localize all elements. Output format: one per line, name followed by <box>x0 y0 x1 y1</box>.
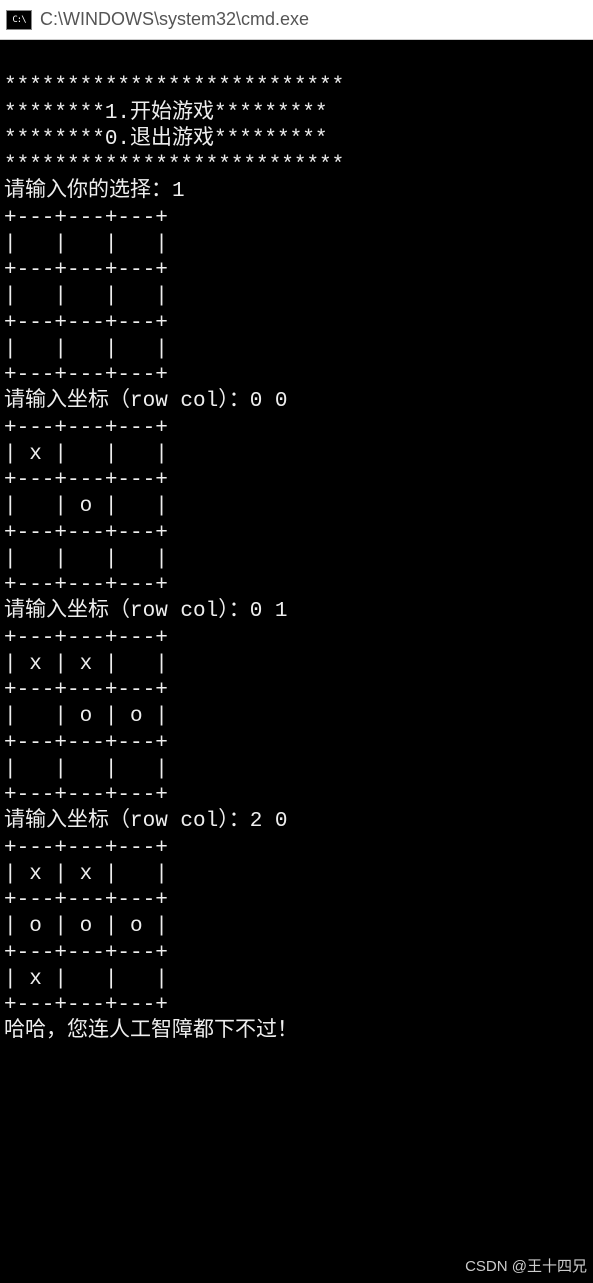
console-line: +---+---+---+ <box>4 364 168 387</box>
console-line: +---+---+---+ <box>4 417 168 440</box>
console-line: | o | o | o | <box>4 915 168 938</box>
console-line: | | | | <box>4 548 168 571</box>
console-line: +---+---+---+ <box>4 679 168 702</box>
console-line: +---+---+---+ <box>4 259 168 282</box>
console-line: +---+---+---+ <box>4 889 168 912</box>
console-line: ********0.退出游戏********* <box>4 128 327 151</box>
window-title: C:\WINDOWS\system32\cmd.exe <box>40 9 309 30</box>
console-line: +---+---+---+ <box>4 732 168 755</box>
console-line: 请输入坐标（row col）：0 1 <box>4 600 288 623</box>
console-line: | x | | | <box>4 443 168 466</box>
console-line: | | o | | <box>4 495 168 518</box>
console-line: +---+---+---+ <box>4 994 168 1017</box>
console-line: | x | x | | <box>4 863 168 886</box>
cmd-icon <box>6 10 32 30</box>
console-line: 请输入你的选择：1 <box>4 180 185 203</box>
console-line: *************************** <box>4 75 344 98</box>
window-title-bar: C:\WINDOWS\system32\cmd.exe <box>0 0 593 40</box>
console-line: | | o | o | <box>4 705 168 728</box>
console-line: | x | x | | <box>4 653 168 676</box>
console-line: 请输入坐标（row col）：0 0 <box>4 390 288 413</box>
console-line: +---+---+---+ <box>4 784 168 807</box>
console-line: 请输入坐标（row col）：2 0 <box>4 810 288 833</box>
console-line: +---+---+---+ <box>4 522 168 545</box>
console-line: +---+---+---+ <box>4 207 168 230</box>
console-line: +---+---+---+ <box>4 574 168 597</box>
console-line: | x | | | <box>4 968 168 991</box>
console-line: +---+---+---+ <box>4 837 168 860</box>
watermark: CSDN @王十四兄 <box>465 1258 587 1277</box>
console-line: +---+---+---+ <box>4 627 168 650</box>
console-line: | | | | <box>4 285 168 308</box>
console-line: 哈哈，您连人工智障都下不过！ <box>4 1020 298 1043</box>
console-line: ********1.开始游戏********* <box>4 102 327 125</box>
console-line: +---+---+---+ <box>4 942 168 965</box>
terminal-output[interactable]: *************************** ********1.开始… <box>0 40 593 1283</box>
console-line: | | | | <box>4 758 168 781</box>
console-line: | | | | <box>4 233 168 256</box>
console-line: *************************** <box>4 154 344 177</box>
console-line: +---+---+---+ <box>4 469 168 492</box>
console-line: | | | | <box>4 338 168 361</box>
console-line: +---+---+---+ <box>4 312 168 335</box>
